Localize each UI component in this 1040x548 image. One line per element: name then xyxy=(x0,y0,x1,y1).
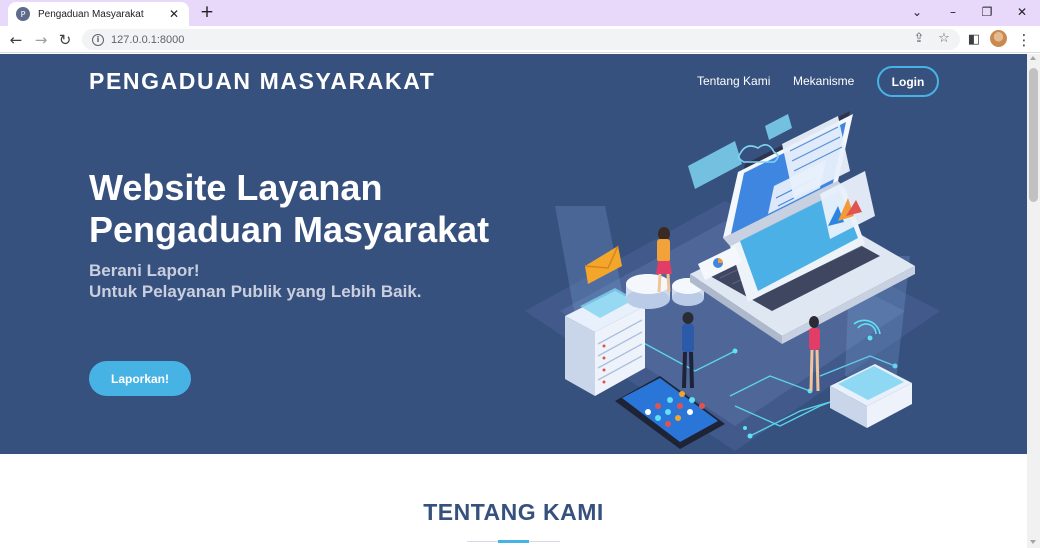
bookmark-star-icon[interactable]: ☆ xyxy=(935,30,953,48)
laporkan-button[interactable]: Laporkan! xyxy=(89,361,191,396)
hero-subtitle-line-1: Berani Lapor! xyxy=(89,261,200,280)
new-tab-button[interactable]: + xyxy=(198,3,216,21)
hero-section: PENGADUAN MASYARAKAT Tentang Kami Mekani… xyxy=(0,54,1027,454)
favicon-icon: P xyxy=(16,7,30,21)
page-scrollbar[interactable] xyxy=(1027,54,1040,548)
share-icon[interactable]: ⇪ xyxy=(910,30,928,48)
web-page: PENGADUAN MASYARAKAT Tentang Kami Mekani… xyxy=(0,54,1027,548)
hero-subtitle-line-2: Untuk Pelayanan Publik yang Lebih Baik. xyxy=(89,282,422,301)
scroll-up-arrow-icon[interactable] xyxy=(1030,56,1036,60)
url-text: 127.0.0.1:8000 xyxy=(111,33,185,46)
tab-close-icon[interactable]: ✕ xyxy=(167,7,181,21)
section-divider-accent xyxy=(498,540,529,543)
reload-button[interactable]: ↻ xyxy=(55,30,75,50)
browser-tab[interactable]: P Pengaduan Masyarakat ✕ xyxy=(8,2,189,26)
browser-toolbar: ← → ↻ i 127.0.0.1:8000 ⇪ ☆ ◧ ⋮ xyxy=(0,26,1040,53)
site-logo[interactable]: PENGADUAN MASYARAKAT xyxy=(89,68,435,95)
restore-button[interactable]: ❐ xyxy=(977,3,997,21)
back-button[interactable]: ← xyxy=(6,30,26,50)
tab-title: Pengaduan Masyarakat xyxy=(38,8,144,20)
scroll-thumb[interactable] xyxy=(1029,68,1038,202)
tab-search-button[interactable]: ⌄ xyxy=(907,3,927,21)
browser-menu-icon[interactable]: ⋮ xyxy=(1014,30,1034,50)
login-button[interactable]: Login xyxy=(877,66,939,97)
scroll-down-arrow-icon[interactable] xyxy=(1030,540,1036,544)
section-title-tentang-kami: TENTANG KAMI xyxy=(423,499,604,525)
hero-title-line-2: Pengaduan Masyarakat xyxy=(89,209,490,250)
side-panel-icon[interactable]: ◧ xyxy=(964,30,984,50)
hero-subtitle: Berani Lapor! Untuk Pelayanan Publik yan… xyxy=(89,260,549,302)
address-bar[interactable]: i 127.0.0.1:8000 ⇪ ☆ xyxy=(82,29,960,50)
site-info-icon[interactable]: i xyxy=(92,33,104,46)
browser-tab-strip: P Pengaduan Masyarakat ✕ + ⌄ – ❐ ✕ xyxy=(0,0,1040,26)
nav-link-mekanisme[interactable]: Mekanisme xyxy=(793,74,854,88)
window-close-button[interactable]: ✕ xyxy=(1012,3,1032,21)
hero-title: Website Layanan Pengaduan Masyarakat xyxy=(89,167,549,251)
hero-illustration xyxy=(525,111,940,451)
hero-title-line-1: Website Layanan xyxy=(89,167,383,208)
minimize-button[interactable]: – xyxy=(943,3,963,21)
profile-avatar[interactable] xyxy=(990,30,1007,47)
nav-link-tentang-kami[interactable]: Tentang Kami xyxy=(697,74,770,88)
forward-button[interactable]: → xyxy=(31,30,51,50)
